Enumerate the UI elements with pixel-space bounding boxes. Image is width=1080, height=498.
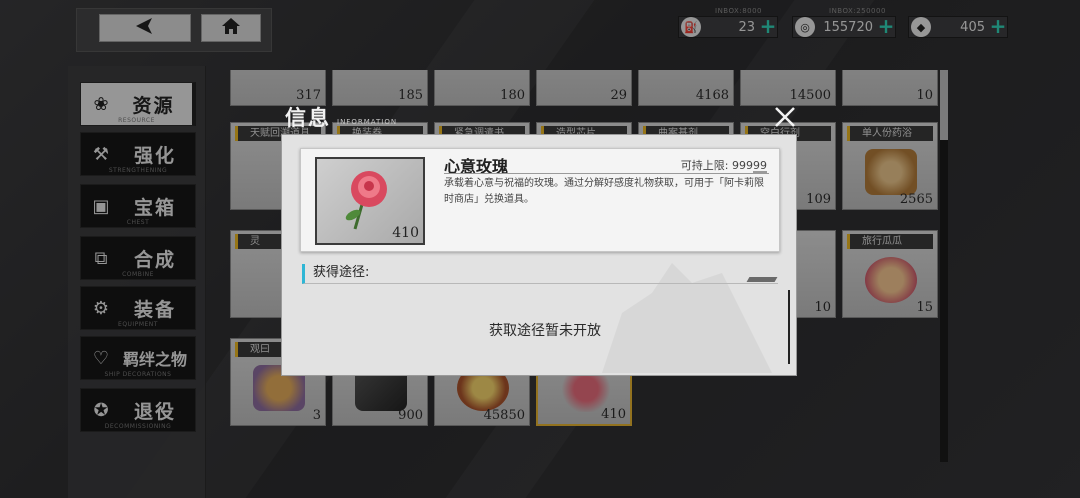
- heading-mark: [746, 277, 778, 282]
- close-button[interactable]: [772, 106, 798, 132]
- modal-subtitle: INFORMATION: [337, 118, 398, 126]
- source-empty-text: 获取途径暂未开放: [489, 323, 601, 339]
- item-thumbnail: 410: [315, 157, 425, 245]
- item-count: 410: [392, 225, 419, 241]
- close-icon: [773, 105, 797, 133]
- modal-title: 信息: [285, 105, 331, 130]
- item-card: 410 心意玫瑰 可持上限: 99999 承载着心意与祝福的玫瑰。通过分解好感度…: [300, 148, 780, 252]
- divider-mark: [753, 171, 767, 174]
- rose-icon: [345, 171, 387, 230]
- divider: [444, 173, 769, 174]
- modal-header: 信息 INFORMATION: [285, 102, 396, 132]
- source-list[interactable]: 获取途径暂未开放: [300, 292, 790, 366]
- source-heading: 获得途径:: [302, 264, 778, 284]
- source-scrollbar[interactable]: [788, 290, 790, 364]
- item-description: 承载着心意与祝福的玫瑰。通过分解好感度礼物获取，可用于「阿卡莉限时商店」兑换道具…: [444, 178, 764, 205]
